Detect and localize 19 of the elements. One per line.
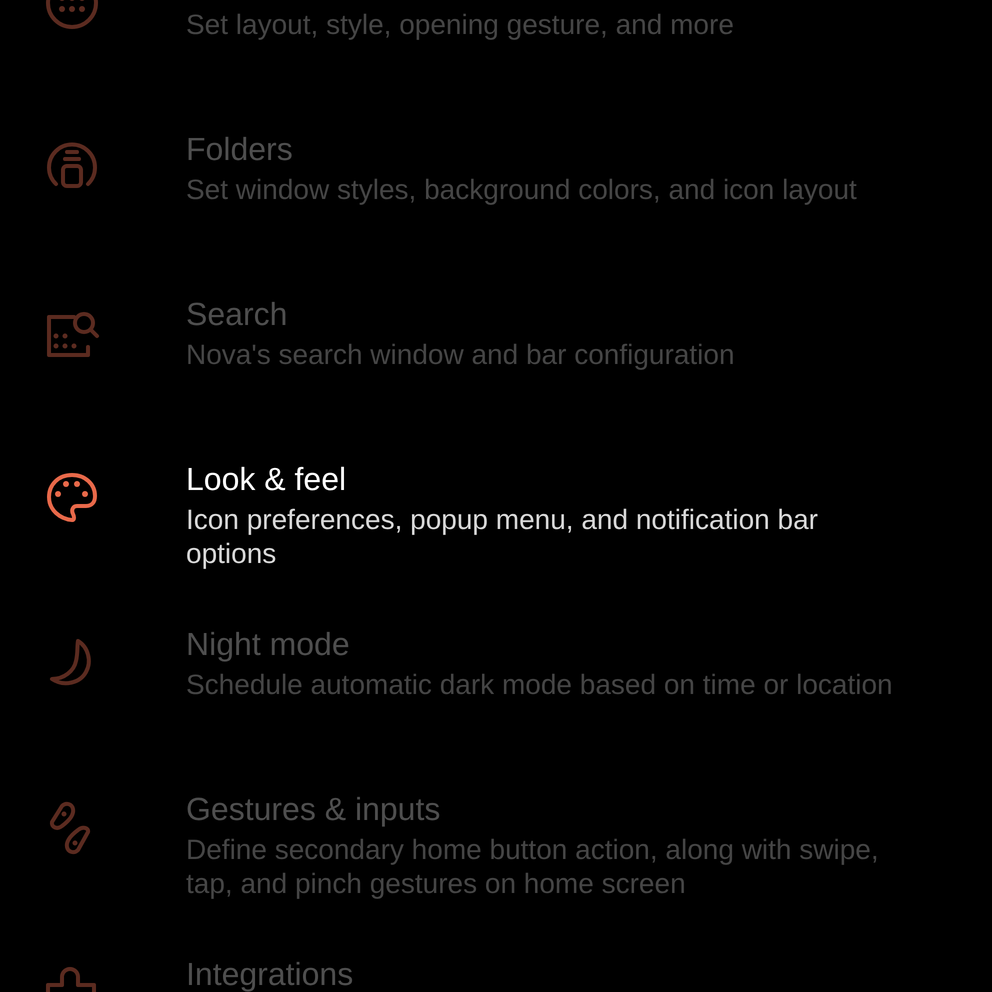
item-description: Schedule automatic dark mode based on time or location [186,668,893,702]
item-description: Set window styles, background colors, and icon layout [186,173,857,207]
item-title: Gestures & inputs [186,791,442,827]
item-description: Set layout, style, opening gesture, and more [186,8,734,42]
item-title: Night mode [186,626,351,662]
settings-item[interactable]: Search Nova's search window and bar configuration [0,276,992,441]
settings-item[interactable]: Gestures & inputs Define secondary home button action, along with swipe, tap, and pinch gestures on home screen [0,771,992,936]
settings-item[interactable]: Look & feel Icon preferences, popup menu, and notification bar options [0,441,992,606]
item-title: Folders [186,131,294,167]
item-title: Look & feel [186,461,348,497]
item-title: Integrations [186,956,354,992]
item-description: Define secondary home button action, along with swipe, tap, and pinch gestures on home screen [186,833,880,901]
settings-item[interactable]: Integrations [0,936,992,992]
item-title: Search [186,296,288,332]
settings-item[interactable]: Folders Set window styles, background colors, and icon layout [0,111,992,276]
item-description: Nova's search window and bar configuration [186,338,735,372]
settings-item[interactable]: Night mode Schedule automatic dark mode based on time or location [0,606,992,771]
item-description: Icon preferences, popup menu, and notification bar options [186,503,819,571]
settings-item[interactable]: Set layout, style, opening gesture, and more [0,0,992,111]
